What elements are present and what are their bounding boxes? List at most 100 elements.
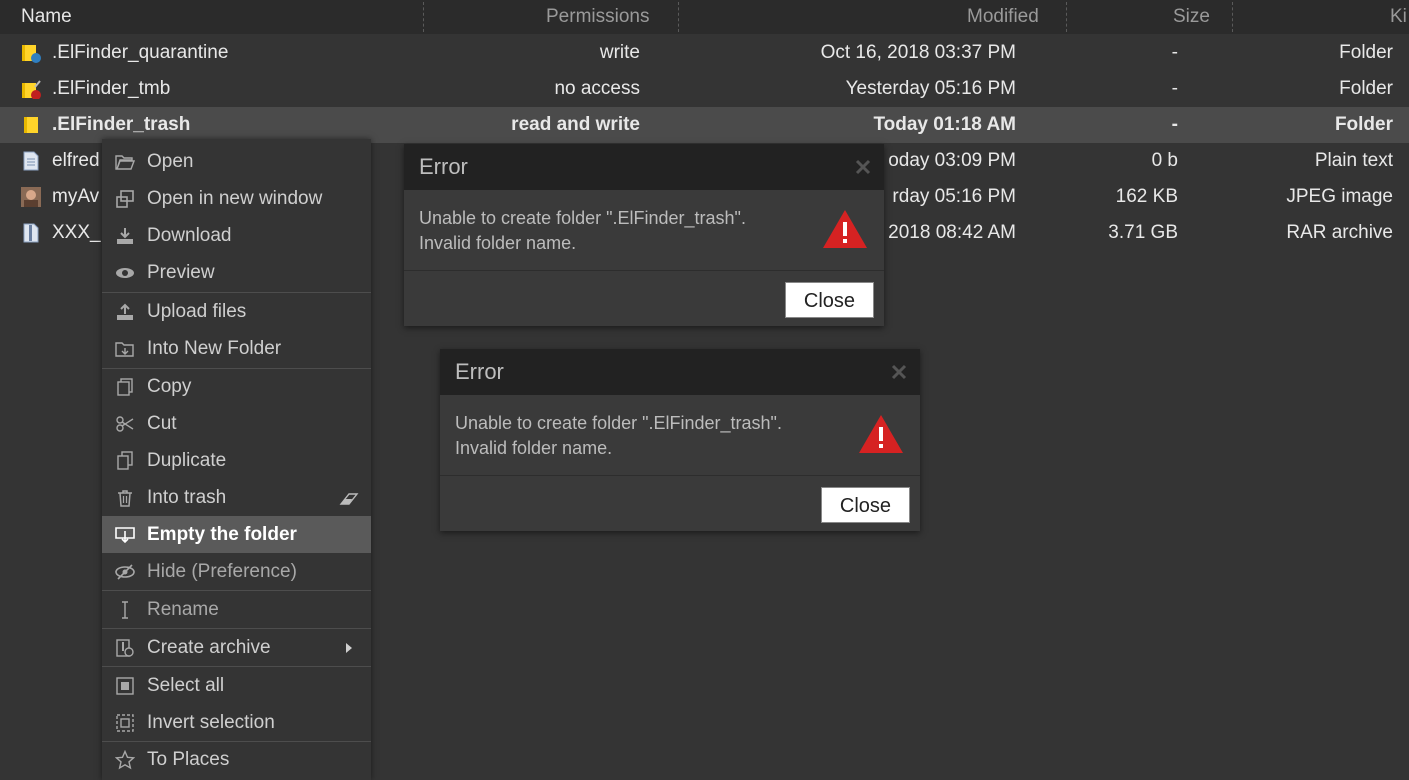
column-header: Name Permissions Modified Size Ki: [0, 0, 1409, 34]
menu-item-duplicate[interactable]: Duplicate: [102, 442, 371, 479]
menu-item-cut[interactable]: Cut: [102, 405, 371, 442]
menu-item-label: Rename: [147, 599, 219, 620]
dialog-title: Error: [419, 154, 468, 179]
file-size: 162 KB: [1115, 186, 1178, 207]
archive-icon: [116, 639, 134, 657]
column-permissions[interactable]: Permissions: [546, 0, 649, 34]
folder-open-icon: [115, 155, 135, 170]
select-all-icon: [116, 677, 134, 695]
archive-file-icon: [23, 223, 39, 243]
close-button[interactable]: Close: [821, 487, 910, 523]
upload-icon: [117, 303, 133, 320]
context-menu: Open Open in new window Download Preview…: [102, 139, 371, 780]
file-name: .ElFinder_trash: [52, 114, 191, 135]
column-name[interactable]: Name: [21, 0, 72, 34]
menu-item-invert-selection[interactable]: Invert selection: [102, 704, 371, 741]
dialog-titlebar[interactable]: Error: [404, 144, 884, 190]
text-file-icon: [23, 151, 39, 171]
warning-icon: [859, 415, 903, 453]
submenu-arrow-icon: [346, 643, 352, 653]
menu-item-label: Select all: [147, 675, 225, 696]
menu-item-hide-preference[interactable]: Hide (Preference): [102, 553, 371, 590]
trash-icon: [118, 490, 132, 507]
column-modified[interactable]: Modified: [967, 0, 1039, 34]
menu-item-open[interactable]: Open: [102, 143, 371, 180]
menu-item-label: Into New Folder: [147, 338, 282, 359]
menu-item-label: Preview: [147, 262, 215, 283]
menu-item-label: Invert selection: [147, 712, 275, 733]
menu-item-to-places[interactable]: To Places: [102, 741, 371, 778]
dialog-titlebar[interactable]: Error: [440, 349, 920, 395]
menu-item-label: To Places: [147, 749, 230, 770]
file-row[interactable]: .ElFinder_quarantine write Oct 16, 2018 …: [0, 35, 1409, 71]
menu-item-label: Copy: [147, 376, 192, 397]
file-modified: Yesterday 05:16 PM: [845, 78, 1016, 99]
dialog-message-line: Unable to create folder ".ElFinder_trash…: [419, 208, 746, 228]
menu-item-upload-files[interactable]: Upload files: [102, 293, 371, 330]
file-name: elfred: [52, 150, 100, 171]
image-thumbnail-icon: [21, 187, 41, 207]
close-button[interactable]: Close: [785, 282, 874, 318]
dialog-title: Error: [455, 359, 504, 384]
column-resize-handle[interactable]: [423, 2, 424, 32]
menu-item-label: Empty the folder: [147, 524, 297, 545]
file-name: XXX_: [52, 222, 101, 243]
close-icon[interactable]: [854, 158, 872, 176]
menu-item-rename[interactable]: Rename: [102, 591, 371, 628]
menu-item-label: Open in new window: [147, 188, 323, 209]
menu-item-copy[interactable]: Copy: [102, 368, 371, 405]
file-size: 3.71 GB: [1108, 222, 1178, 243]
menu-item-into-trash[interactable]: Into trash: [102, 479, 371, 516]
file-modified: oday 03:09 PM: [888, 150, 1016, 171]
file-kind: JPEG image: [1286, 186, 1393, 207]
file-row-selected[interactable]: .ElFinder_trash read and write Today 01:…: [0, 107, 1409, 143]
file-kind: Folder: [1334, 114, 1393, 135]
copy-icon: [117, 378, 133, 396]
invert-selection-icon: [116, 714, 134, 732]
menu-item-label: Create archive: [147, 637, 271, 658]
folder-write-only-icon: [22, 45, 41, 63]
menu-item-label: Open: [147, 151, 194, 172]
dialog-message: Unable to create folder ".ElFinder_trash…: [419, 206, 746, 256]
menu-item-preview[interactable]: Preview: [102, 254, 371, 291]
menu-item-label: Upload files: [147, 301, 247, 322]
menu-item-label: Download: [147, 225, 232, 246]
menu-item-select-all[interactable]: Select all: [102, 667, 371, 704]
column-resize-handle[interactable]: [1232, 2, 1233, 32]
star-icon: [115, 750, 135, 770]
menu-item-create-archive[interactable]: Create archive: [102, 629, 371, 666]
dialog-message: Unable to create folder ".ElFinder_trash…: [455, 411, 782, 461]
file-size: -: [1171, 114, 1178, 135]
file-permissions: no access: [554, 78, 640, 99]
dialog-message-line: Unable to create folder ".ElFinder_trash…: [455, 413, 782, 433]
error-dialog: Error Unable to create folder ".ElFinder…: [440, 349, 920, 531]
menu-item-into-new-folder[interactable]: Into New Folder: [102, 330, 371, 367]
eraser-icon: [339, 493, 359, 505]
file-row[interactable]: .ElFinder_tmb no access Yesterday 05:16 …: [0, 71, 1409, 107]
column-resize-handle[interactable]: [678, 2, 679, 32]
file-size: 0 b: [1151, 150, 1178, 171]
file-name: .ElFinder_quarantine: [52, 42, 229, 63]
text-cursor-icon: [122, 601, 128, 619]
menu-item-label: Hide (Preference): [147, 561, 297, 582]
column-size[interactable]: Size: [1173, 0, 1210, 34]
file-name: myAv: [52, 186, 100, 207]
file-kind: RAR archive: [1286, 222, 1393, 243]
warning-icon: [823, 210, 867, 248]
file-size: -: [1171, 78, 1178, 99]
menu-item-empty-folder[interactable]: Empty the folder: [102, 516, 371, 553]
column-kind[interactable]: Ki: [1390, 0, 1407, 34]
folder-no-access-icon: [22, 80, 41, 99]
menu-item-label: Duplicate: [147, 450, 227, 471]
file-permissions: read and write: [511, 114, 640, 135]
close-icon[interactable]: [890, 363, 908, 381]
file-kind: Folder: [1339, 78, 1393, 99]
file-kind: Folder: [1339, 42, 1393, 63]
empty-folder-icon: [115, 527, 135, 544]
column-resize-handle[interactable]: [1066, 2, 1067, 32]
eye-slash-icon: [115, 564, 135, 580]
menu-item-open-new-window[interactable]: Open in new window: [102, 180, 371, 217]
file-modified: Today 01:18 AM: [873, 114, 1016, 135]
dialog-message-line: Invalid folder name.: [455, 438, 613, 458]
menu-item-download[interactable]: Download: [102, 217, 371, 254]
